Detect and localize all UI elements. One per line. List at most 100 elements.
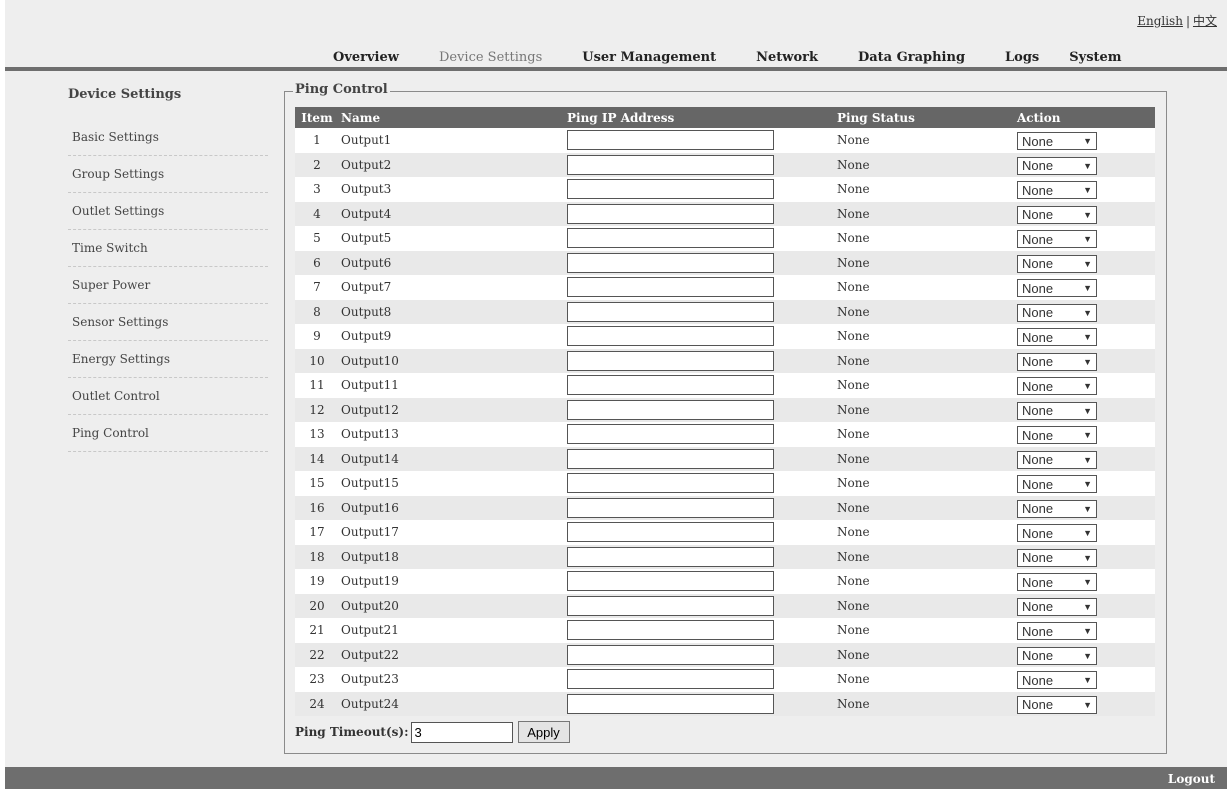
table-row: 4 Output4 None None ▼ — [295, 201, 1155, 226]
ping-ip-input[interactable] — [567, 252, 774, 273]
ping-ip-input[interactable] — [567, 571, 774, 592]
nav-system[interactable]: System — [1069, 50, 1121, 65]
sidebar-item-energy-settings[interactable]: Energy Settings — [68, 341, 268, 378]
action-select[interactable]: None ▼ — [1017, 426, 1097, 445]
sidebar-item-group-settings[interactable]: Group Settings — [68, 156, 268, 193]
row-ping-status: None — [835, 152, 1015, 177]
action-select[interactable]: None ▼ — [1017, 524, 1097, 543]
ping-ip-input[interactable] — [567, 203, 774, 224]
ping-ip-input[interactable] — [567, 693, 774, 714]
sidebar-item-outlet-control[interactable]: Outlet Control — [68, 378, 268, 415]
sidebar-item-outlet-settings[interactable]: Outlet Settings — [68, 193, 268, 230]
action-select[interactable]: None ▼ — [1017, 499, 1097, 518]
row-output-name: Output19 — [339, 569, 565, 594]
row-ip-cell — [565, 152, 835, 177]
row-output-name: Output23 — [339, 667, 565, 692]
ping-ip-input[interactable] — [567, 301, 774, 322]
action-select-value: None — [1022, 599, 1054, 615]
ping-ip-input[interactable] — [567, 522, 774, 543]
row-ip-cell — [565, 226, 835, 251]
row-action-cell: None ▼ — [1015, 593, 1155, 618]
ping-ip-input[interactable] — [567, 669, 774, 690]
ping-ip-input[interactable] — [567, 228, 774, 249]
action-select[interactable]: None ▼ — [1017, 475, 1097, 494]
apply-button[interactable]: Apply — [517, 721, 570, 743]
action-select[interactable]: None ▼ — [1017, 401, 1097, 420]
row-action-cell: None ▼ — [1015, 520, 1155, 545]
action-select[interactable]: None ▼ — [1017, 132, 1097, 151]
nav-network[interactable]: Network — [756, 50, 818, 65]
action-select[interactable]: None ▼ — [1017, 646, 1097, 665]
action-select[interactable]: None ▼ — [1017, 573, 1097, 592]
sidebar-item-super-power[interactable]: Super Power — [68, 267, 268, 304]
ping-ip-input[interactable] — [567, 644, 774, 665]
ping-timeout-input[interactable] — [410, 721, 513, 743]
nav-overview[interactable]: Overview — [333, 50, 399, 65]
row-ip-cell — [565, 593, 835, 618]
action-select[interactable]: None ▼ — [1017, 156, 1097, 175]
row-ip-cell — [565, 544, 835, 569]
ping-ip-input[interactable] — [567, 326, 774, 347]
action-select[interactable]: None ▼ — [1017, 279, 1097, 298]
row-ip-cell — [565, 373, 835, 398]
ping-ip-input[interactable] — [567, 375, 774, 396]
row-item-number: 11 — [295, 373, 339, 398]
action-select[interactable]: None ▼ — [1017, 597, 1097, 616]
logout-link[interactable]: Logout — [1168, 772, 1215, 786]
table-row: 18 Output18 None None ▼ — [295, 544, 1155, 569]
lang-chinese-link[interactable]: 中文 — [1193, 14, 1217, 28]
table-row: 23 Output23 None None ▼ — [295, 667, 1155, 692]
ping-ip-input[interactable] — [567, 448, 774, 469]
ping-ip-input[interactable] — [567, 595, 774, 616]
sidebar-item-time-switch[interactable]: Time Switch — [68, 230, 268, 267]
row-action-cell: None ▼ — [1015, 128, 1155, 153]
ping-ip-input[interactable] — [567, 399, 774, 420]
ping-ip-input[interactable] — [567, 277, 774, 298]
nav-device-settings[interactable]: Device Settings — [439, 50, 542, 65]
action-select-value: None — [1022, 427, 1054, 443]
action-select[interactable]: None ▼ — [1017, 450, 1097, 469]
action-select[interactable]: None ▼ — [1017, 548, 1097, 567]
row-output-name: Output8 — [339, 299, 565, 324]
action-select[interactable]: None ▼ — [1017, 377, 1097, 396]
row-action-cell: None ▼ — [1015, 471, 1155, 496]
ping-ip-input[interactable] — [567, 154, 774, 175]
action-select[interactable]: None ▼ — [1017, 230, 1097, 249]
row-ping-status: None — [835, 250, 1015, 275]
sidebar-item-basic-settings[interactable]: Basic Settings — [68, 119, 268, 156]
action-select-value: None — [1022, 403, 1054, 419]
table-row: 11 Output11 None None ▼ — [295, 373, 1155, 398]
sidebar-item-ping-control[interactable]: Ping Control — [68, 415, 268, 452]
nav-user-management[interactable]: User Management — [582, 50, 716, 65]
nav-data-graphing[interactable]: Data Graphing — [858, 50, 965, 65]
ping-ip-input[interactable] — [567, 350, 774, 371]
action-select[interactable]: None ▼ — [1017, 352, 1097, 371]
row-output-name: Output13 — [339, 422, 565, 447]
row-output-name: Output22 — [339, 642, 565, 667]
sidebar-title: Device Settings — [68, 87, 182, 102]
ping-ip-input[interactable] — [567, 179, 774, 200]
action-select[interactable]: None ▼ — [1017, 181, 1097, 200]
action-select[interactable]: None ▼ — [1017, 254, 1097, 273]
ping-ip-input[interactable] — [567, 620, 774, 641]
ping-ip-input[interactable] — [567, 497, 774, 518]
action-select[interactable]: None ▼ — [1017, 205, 1097, 224]
row-item-number: 1 — [295, 128, 339, 153]
chevron-down-icon: ▼ — [1083, 552, 1092, 563]
lang-english-link[interactable]: English — [1137, 14, 1183, 28]
action-select[interactable]: None ▼ — [1017, 622, 1097, 641]
ping-ip-input[interactable] — [567, 424, 774, 445]
chevron-down-icon: ▼ — [1083, 650, 1092, 661]
action-select[interactable]: None ▼ — [1017, 671, 1097, 690]
ping-ip-input[interactable] — [567, 546, 774, 567]
sidebar-item-sensor-settings[interactable]: Sensor Settings — [68, 304, 268, 341]
nav-logs[interactable]: Logs — [1005, 50, 1039, 65]
action-select[interactable]: None ▼ — [1017, 303, 1097, 322]
footer-bar: Logout — [5, 767, 1227, 789]
action-select[interactable]: None ▼ — [1017, 695, 1097, 714]
row-item-number: 12 — [295, 397, 339, 422]
ping-ip-input[interactable] — [567, 130, 774, 151]
action-select[interactable]: None ▼ — [1017, 328, 1097, 347]
ping-ip-input[interactable] — [567, 473, 774, 494]
row-ip-cell — [565, 348, 835, 373]
